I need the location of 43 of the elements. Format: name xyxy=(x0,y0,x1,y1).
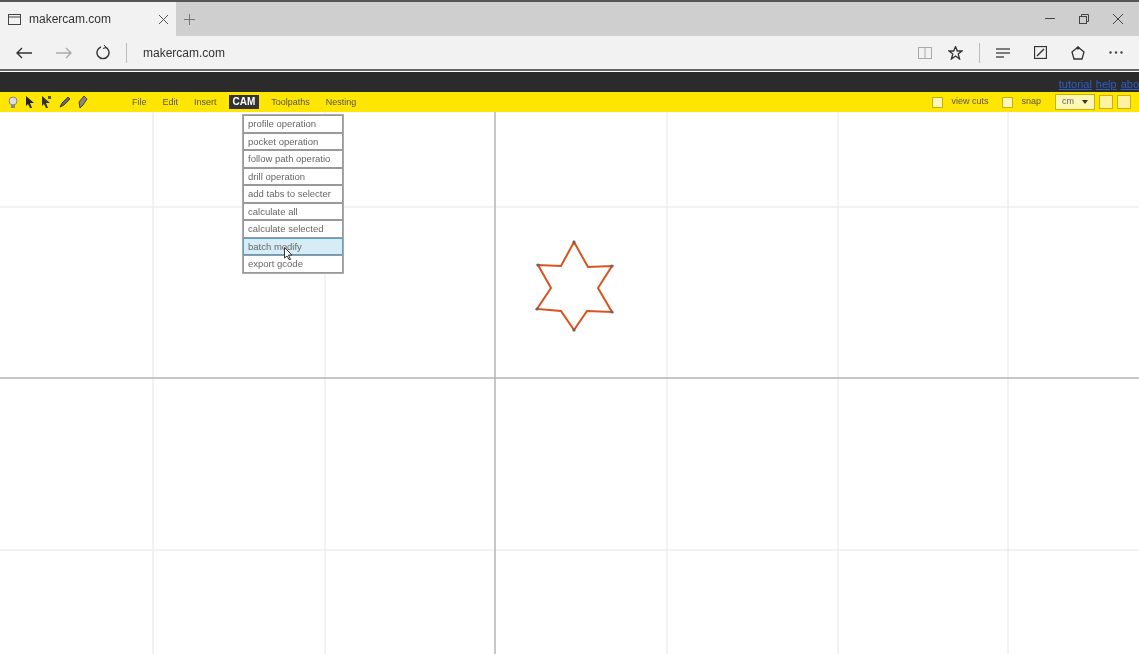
pen-icon[interactable] xyxy=(78,96,88,108)
more-icon[interactable] xyxy=(1109,51,1123,54)
menu-item[interactable]: Nesting xyxy=(321,95,361,109)
address-bar[interactable]: makercam.com xyxy=(143,43,225,62)
star-shape[interactable] xyxy=(535,239,614,332)
pencil-icon[interactable] xyxy=(59,96,70,108)
menu-item[interactable]: Toolpaths xyxy=(267,95,314,109)
menu-option[interactable]: add tabs to selecter xyxy=(243,185,343,203)
drawing-canvas[interactable]: profile operation pocket operation follow path operatio drill operation add tabs to selecter calculate all calculate selected batch modify export gcode xyxy=(0,112,1139,654)
menu-option[interactable]: export gcode xyxy=(243,255,343,273)
menu-item[interactable]: CAM xyxy=(228,95,260,109)
menu-option[interactable]: pocket operation xyxy=(243,132,343,150)
node-pointer-icon[interactable] xyxy=(42,96,51,108)
bulb-icon[interactable] xyxy=(8,96,18,108)
refresh-icon[interactable] xyxy=(96,45,110,60)
units-dropdown[interactable]: cm xyxy=(1055,94,1095,110)
menu-option[interactable]: drill operation xyxy=(243,167,343,185)
page-icon xyxy=(8,13,21,25)
minimize-icon[interactable] xyxy=(1045,18,1055,20)
note-icon[interactable] xyxy=(1034,46,1047,59)
menu-item[interactable]: Edit xyxy=(158,95,183,109)
menu-option[interactable]: follow path operatio xyxy=(243,150,343,168)
checkbox-label: view cuts xyxy=(951,95,989,109)
checkbox[interactable] xyxy=(1002,96,1014,108)
restore-icon[interactable] xyxy=(1079,14,1089,24)
checkbox[interactable] xyxy=(932,96,944,108)
close-icon[interactable] xyxy=(159,14,168,24)
menu-option[interactable]: profile operation xyxy=(243,115,343,133)
checkbox-label: snap xyxy=(1021,95,1041,109)
caret-icon xyxy=(1082,100,1088,104)
menu-option[interactable]: calculate selected xyxy=(243,220,343,238)
browser-tab[interactable]: makercam.com xyxy=(0,2,176,36)
star-icon[interactable] xyxy=(948,45,963,60)
back-icon[interactable] xyxy=(16,46,32,59)
hub-icon[interactable] xyxy=(996,47,1010,58)
close-icon[interactable] xyxy=(1113,14,1123,24)
tab-title: makercam.com xyxy=(29,11,111,28)
pointer-icon[interactable] xyxy=(26,96,34,108)
share-icon[interactable] xyxy=(1071,45,1085,60)
menu-item[interactable]: Insert xyxy=(190,95,221,109)
new-tab-icon[interactable] xyxy=(184,13,195,25)
menu-option[interactable]: calculate all xyxy=(243,202,343,220)
menu-item[interactable]: File xyxy=(128,95,151,109)
